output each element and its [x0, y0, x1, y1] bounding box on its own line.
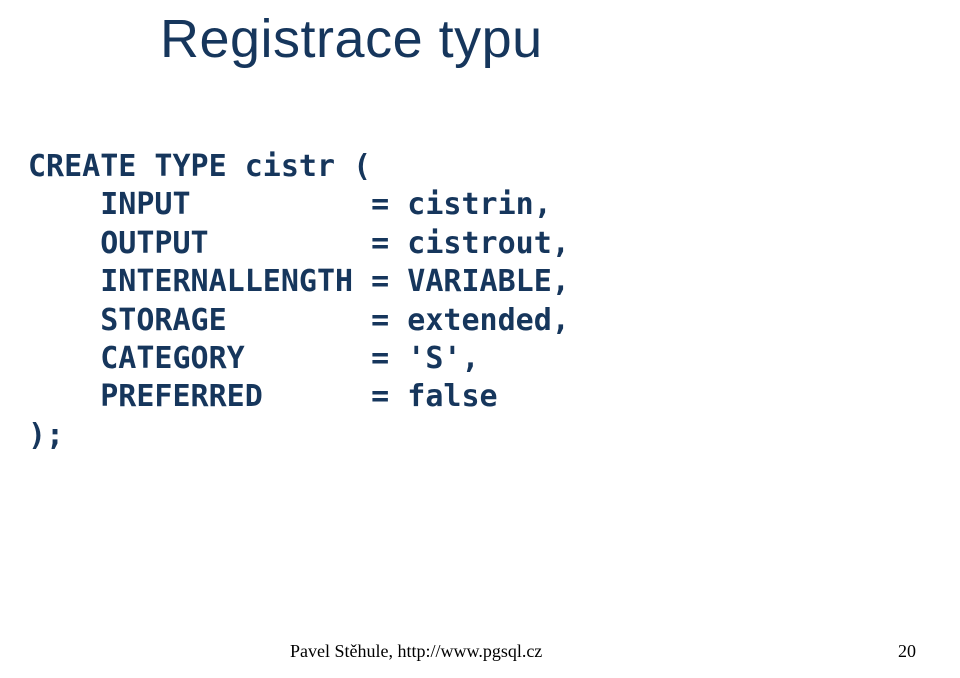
code-block: CREATE TYPE cistr ( INPUT = cistrin, OUT…	[28, 148, 570, 455]
page-number: 20	[898, 641, 916, 662]
slide-title: Registrace typu	[160, 8, 543, 70]
slide: Registrace typu CREATE TYPE cistr ( INPU…	[0, 0, 960, 678]
footer-author: Pavel Stěhule, http://www.pgsql.cz	[290, 641, 542, 662]
